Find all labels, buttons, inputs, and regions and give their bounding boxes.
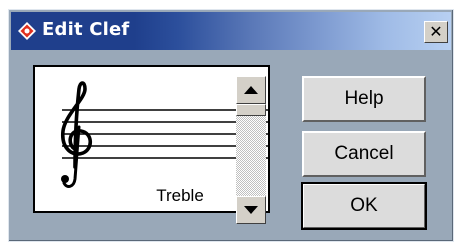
arrow-up-icon bbox=[244, 86, 258, 94]
cancel-button[interactable]: Cancel bbox=[302, 131, 426, 177]
close-icon: ✕ bbox=[429, 22, 443, 41]
window-title: Edit Clef bbox=[42, 19, 130, 40]
scroll-thumb[interactable] bbox=[236, 104, 266, 116]
app-logo-icon bbox=[18, 22, 36, 40]
clef-preview: Treble bbox=[33, 65, 270, 213]
scroll-up-button[interactable] bbox=[236, 76, 266, 104]
title-bar[interactable]: Edit Clef ✕ bbox=[11, 12, 451, 50]
ok-button[interactable]: OK bbox=[301, 182, 427, 230]
arrow-down-icon bbox=[244, 206, 258, 214]
clef-name-label: Treble bbox=[156, 186, 204, 205]
scroll-down-button[interactable] bbox=[236, 196, 266, 224]
close-button[interactable]: ✕ bbox=[424, 21, 448, 43]
clef-scrollbar[interactable] bbox=[236, 76, 266, 224]
help-button[interactable]: Help bbox=[302, 76, 426, 122]
